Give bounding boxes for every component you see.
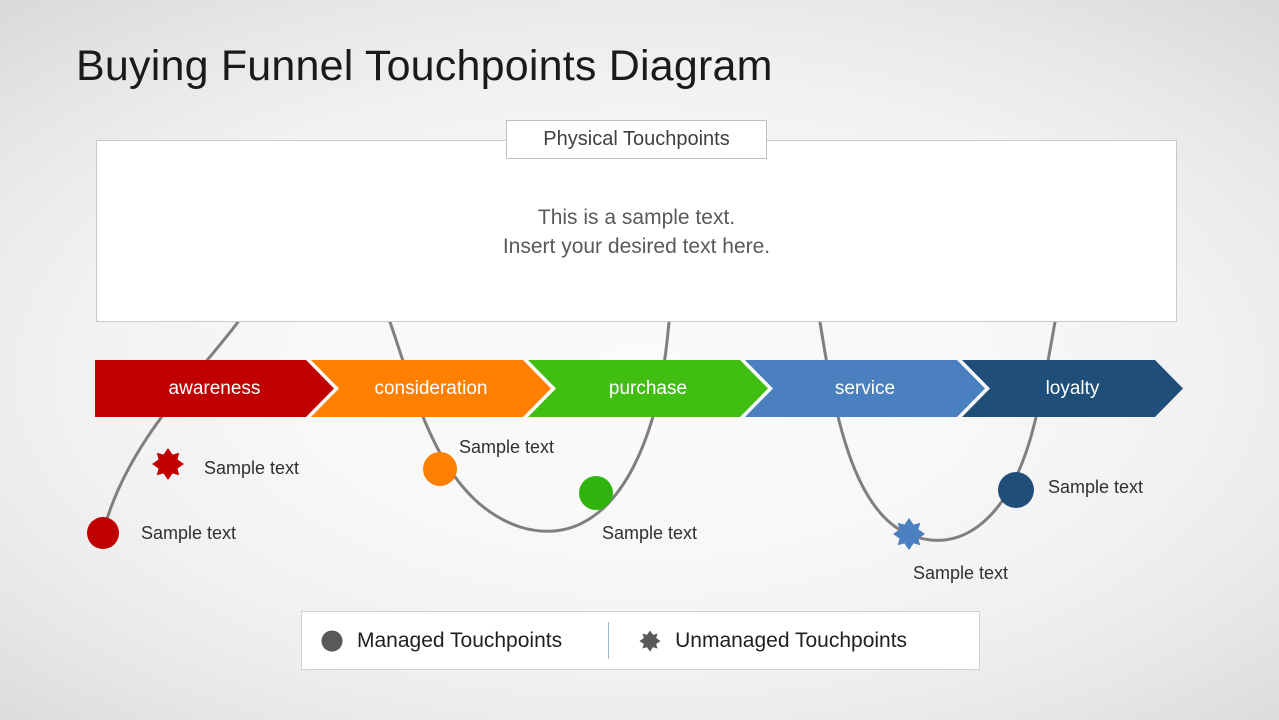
touchpoint-marker-awareness-unmanaged[interactable] bbox=[152, 448, 184, 480]
legend-item-unmanaged[interactable]: Unmanaged Touchpoints bbox=[609, 612, 907, 669]
touchpoint-caption-purchase-managed: Sample text bbox=[602, 523, 698, 543]
touchpoint-marker-purchase-managed[interactable] bbox=[579, 476, 613, 510]
touchpoint-caption-consideration-managed: Sample text bbox=[459, 437, 555, 457]
circle-icon bbox=[321, 629, 343, 652]
legend-item-managed[interactable]: Managed Touchpoints bbox=[302, 612, 562, 669]
touchpoint-caption-awareness-unmanaged: Sample text bbox=[204, 458, 300, 478]
legend-label-unmanaged: Unmanaged Touchpoints bbox=[675, 628, 908, 652]
touchpoint-marker-consideration-managed[interactable] bbox=[423, 452, 457, 486]
touchpoint-caption-awareness-managed: Sample text bbox=[141, 523, 237, 543]
touchpoint-caption-service-unmanaged: Sample text bbox=[913, 563, 1009, 583]
star-icon bbox=[639, 629, 661, 652]
legend-label-managed: Managed Touchpoints bbox=[357, 628, 563, 652]
panel-title-box[interactable]: Physical Touchpoints bbox=[506, 120, 767, 159]
touchpoint-marker-loyalty-managed[interactable] bbox=[998, 472, 1034, 508]
touchpoint-marker-awareness-managed[interactable] bbox=[87, 517, 119, 549]
touchpoint-marker-service-unmanaged[interactable] bbox=[893, 518, 925, 550]
legend: Managed Touchpoints Unmanaged Touchpoint… bbox=[301, 611, 980, 670]
slide-canvas: Buying Funnel Touchpoints Diagram This i… bbox=[0, 0, 1279, 720]
touchpoint-caption-loyalty-managed: Sample text bbox=[1048, 477, 1144, 497]
